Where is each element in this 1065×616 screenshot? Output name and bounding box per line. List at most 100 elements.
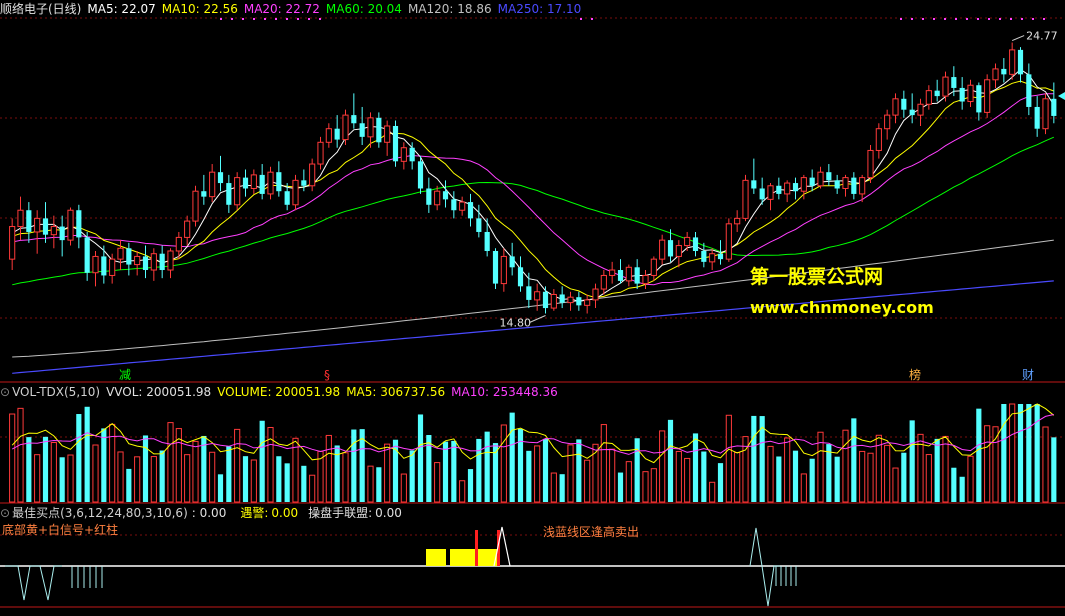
candle-body	[751, 180, 757, 189]
candle-body	[959, 87, 965, 102]
volume-bar	[226, 446, 232, 502]
volume-bar	[1009, 403, 1016, 503]
candle-body	[851, 177, 857, 194]
volume-bar	[442, 441, 449, 502]
volume-bar	[384, 443, 391, 503]
candle-body	[367, 117, 374, 138]
high-price-label: 24.77	[1026, 30, 1058, 43]
top-dot-marker	[1021, 18, 1023, 20]
main-panel-header: 顺络电子(日线) MA5: 22.07 MA10: 22.56 MA20: 22.72…	[0, 1, 587, 17]
volume-bar	[159, 450, 165, 502]
candle-body	[484, 231, 490, 251]
volume-bar	[701, 451, 707, 502]
candle-body	[84, 237, 90, 273]
volume-bar	[409, 450, 415, 502]
event-marker: 榜	[909, 367, 921, 382]
volume-bar	[242, 456, 249, 502]
candle-body	[792, 183, 799, 192]
top-dot-marker	[966, 18, 968, 20]
candle-body	[442, 191, 449, 200]
candle-body	[359, 123, 365, 137]
candle-body	[417, 161, 424, 189]
top-dot-marker	[308, 18, 310, 20]
volume-bar	[567, 444, 574, 503]
candle-body	[600, 274, 607, 290]
vol-ma10-label: MA10: 253448.36	[451, 385, 558, 399]
candle-body	[800, 177, 807, 192]
alert-value: 0.00	[271, 506, 299, 520]
candle-body	[784, 182, 791, 195]
panel-toggle-icon[interactable]: ⊙	[0, 385, 10, 399]
volume-bar	[476, 438, 482, 502]
volume-bar	[550, 472, 557, 503]
ma120-label: MA120: 18.86	[407, 2, 492, 16]
candle-body	[409, 147, 415, 162]
vol-title[interactable]: VOL-TDX(5,10)	[12, 385, 100, 399]
candle-body	[776, 185, 782, 194]
top-dot-marker	[220, 18, 222, 20]
volume-bar	[517, 428, 524, 502]
candle-body	[317, 141, 324, 165]
volume-bar	[792, 450, 799, 502]
panel-toggle-icon[interactable]: ⊙	[0, 506, 10, 520]
candle-body	[909, 109, 915, 116]
candle-body	[767, 185, 774, 200]
candle-body	[59, 226, 65, 241]
stock-name[interactable]: 顺络电子(日线)	[0, 2, 81, 16]
candle-body	[217, 172, 224, 184]
candle-body	[101, 256, 107, 276]
candle-body	[667, 240, 674, 257]
top-dot-marker	[955, 18, 957, 20]
volume-bar	[1001, 404, 1007, 502]
candle-body	[342, 114, 349, 141]
candle-body	[917, 103, 924, 116]
union-value: 0.00	[375, 506, 402, 520]
candle-body	[250, 174, 257, 189]
candle-body	[734, 217, 741, 225]
candle-body	[1009, 49, 1016, 75]
candle-body	[934, 90, 940, 97]
top-dot-marker	[900, 18, 902, 20]
candle-body	[842, 177, 849, 189]
volume-bar	[692, 433, 699, 502]
volume-bar	[967, 455, 974, 503]
candle-body	[1017, 49, 1024, 75]
candle-body	[184, 220, 191, 238]
top-dot-marker	[977, 18, 979, 20]
volume-bar	[892, 467, 899, 503]
top-dot-marker	[286, 18, 288, 20]
volume-bar	[617, 472, 624, 502]
volume-bar	[1042, 426, 1049, 503]
candle-body	[592, 288, 599, 301]
volume-bar	[451, 440, 457, 502]
volume-bar	[884, 444, 891, 503]
candle-body	[817, 171, 824, 187]
volume-bar	[117, 451, 124, 503]
candle-body	[201, 191, 207, 197]
candle-body	[351, 115, 357, 124]
top-dot-marker	[253, 18, 255, 20]
candle-body	[301, 180, 307, 186]
volume-bar	[659, 430, 666, 503]
buy-signal-block	[426, 549, 446, 566]
volume-bar	[842, 429, 849, 503]
candle-body	[209, 171, 216, 198]
candle-body	[834, 180, 840, 189]
candle-body	[942, 76, 949, 97]
volume-bar	[84, 406, 90, 502]
volume-bar	[301, 465, 307, 502]
candle-body	[284, 191, 290, 205]
candle-body	[500, 255, 507, 285]
volume-bar	[859, 450, 866, 503]
volume-bar	[459, 480, 466, 503]
vol-ma5-label: MA5: 306737.56	[346, 385, 446, 399]
volume-bar	[559, 474, 565, 502]
volume-bar	[867, 452, 874, 503]
candle-body	[725, 223, 732, 260]
high-pointer	[1011, 35, 1025, 42]
top-dot-marker	[580, 18, 582, 20]
candle-body	[976, 85, 982, 113]
indicator-title[interactable]: 最佳买点(3,6,12,24,80,3,10,6)	[12, 506, 188, 520]
watermark-title: 第一股票公式网	[750, 266, 884, 288]
candle-body	[701, 250, 707, 262]
